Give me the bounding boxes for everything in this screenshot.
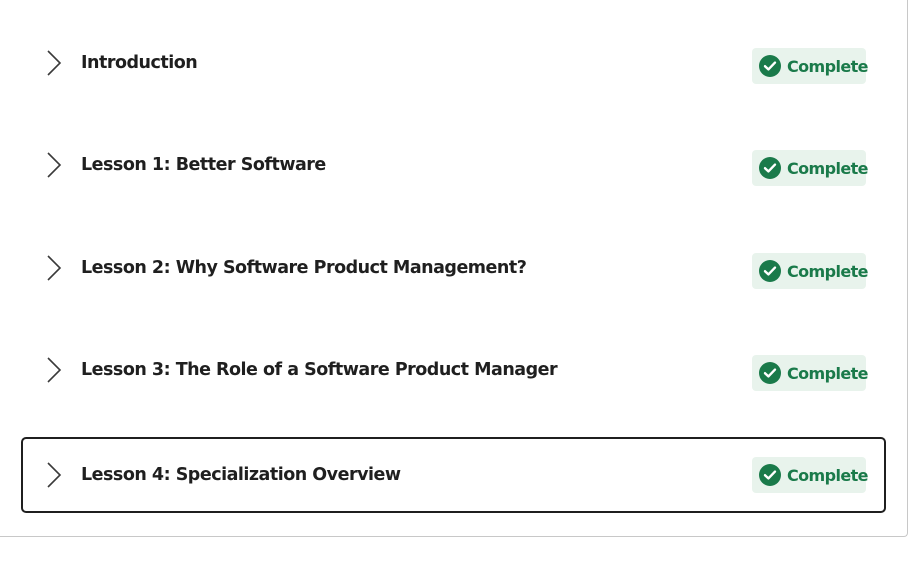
check-circle-icon — [759, 362, 781, 384]
status-label: Complete — [787, 56, 869, 76]
lesson-title: Lesson 4: Specialization Overview — [81, 465, 401, 485]
check-circle-icon — [759, 157, 781, 179]
lesson-title: Lesson 3: The Role of a Software Product… — [81, 360, 558, 380]
lesson-row-introduction[interactable]: Introduction Complete — [21, 25, 886, 101]
lesson-row-lesson-3[interactable]: Lesson 3: The Role of a Software Product… — [21, 332, 886, 408]
lesson-row-lesson-2[interactable]: Lesson 2: Why Software Product Managemen… — [21, 230, 886, 306]
status-badge: Complete — [752, 48, 869, 84]
chevron-right-icon[interactable] — [46, 255, 62, 281]
lesson-title: Lesson 1: Better Software — [81, 155, 326, 175]
status-label: Complete — [787, 465, 869, 485]
lesson-row-lesson-1[interactable]: Lesson 1: Better Software Complete — [21, 127, 886, 203]
lesson-title: Introduction — [81, 53, 198, 73]
chevron-right-icon[interactable] — [46, 50, 62, 76]
lesson-title: Lesson 2: Why Software Product Managemen… — [81, 258, 527, 278]
lesson-list-panel: Introduction Complete Lesson 1: Better S… — [0, 0, 908, 537]
check-circle-icon — [759, 260, 781, 282]
chevron-right-icon[interactable] — [46, 152, 62, 178]
check-circle-icon — [759, 464, 781, 486]
lesson-row-lesson-4[interactable]: Lesson 4: Specialization Overview Comple… — [21, 437, 886, 513]
status-badge: Complete — [752, 355, 869, 391]
status-label: Complete — [787, 261, 869, 281]
check-circle-icon — [759, 55, 781, 77]
status-badge: Complete — [752, 150, 869, 186]
chevron-right-icon[interactable] — [46, 462, 62, 488]
status-label: Complete — [787, 363, 869, 383]
status-badge: Complete — [752, 457, 869, 493]
status-badge: Complete — [752, 253, 869, 289]
chevron-right-icon[interactable] — [46, 357, 62, 383]
status-label: Complete — [787, 158, 869, 178]
